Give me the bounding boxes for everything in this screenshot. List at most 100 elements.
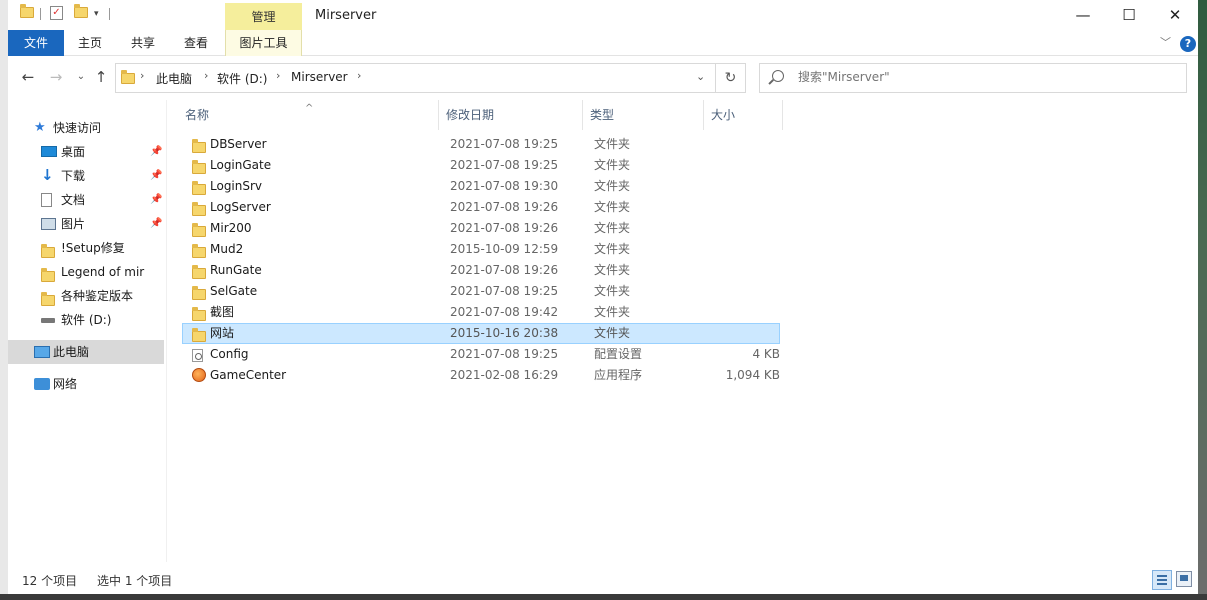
breadcrumb-mirserver[interactable]: Mirserver	[291, 70, 348, 84]
file-type: 文件夹	[594, 263, 631, 277]
column-type[interactable]: 类型	[583, 100, 704, 130]
column-size[interactable]: 大小	[704, 100, 783, 130]
manage-context-tab[interactable]: 管理	[225, 3, 302, 31]
large-icons-view-icon[interactable]	[1176, 571, 1192, 587]
column-date[interactable]: 修改日期	[439, 100, 583, 130]
nav-downloads[interactable]: ↓ 下载 📌	[8, 164, 164, 188]
table-row[interactable]: SelGate 2021-07-08 19:25 文件夹	[182, 281, 780, 302]
breadcrumb-this-pc[interactable]: 此电脑	[156, 70, 192, 87]
table-row[interactable]: Mud2 2015-10-09 12:59 文件夹	[182, 239, 780, 260]
minimize-button[interactable]: —	[1060, 0, 1106, 30]
table-row[interactable]: GameCenter 2021-02-08 16:29 应用程序 1,094 K…	[182, 365, 780, 386]
pin-icon[interactable]: 📌	[150, 188, 162, 212]
config-file-icon	[192, 349, 203, 362]
refresh-button[interactable]: ↻	[716, 63, 746, 93]
column-headers: 名称 ^ 修改日期 类型 大小	[178, 100, 788, 130]
desktop-strip	[1198, 0, 1207, 600]
file-type: 文件夹	[594, 200, 631, 214]
column-name[interactable]: 名称 ^	[178, 100, 439, 130]
nav-drive-d[interactable]: 软件 (D:)	[8, 308, 164, 332]
tab-share[interactable]: 共享	[121, 30, 165, 56]
toolbar-separator	[40, 8, 41, 20]
file-date: 2021-07-08 19:25	[450, 347, 559, 361]
toolbar-separator	[109, 8, 110, 20]
recent-locations-icon[interactable]: ⌄	[71, 67, 91, 87]
pin-icon[interactable]: 📌	[150, 164, 162, 188]
file-name: LoginSrv	[210, 179, 263, 193]
sort-up-icon: ^	[305, 103, 314, 114]
selection-count: 选中 1 个项目	[97, 574, 173, 588]
nav-versions[interactable]: 各种鉴定版本	[8, 284, 164, 308]
nav-label: 图片	[61, 217, 86, 231]
close-button[interactable]: ✕	[1152, 0, 1198, 30]
properties-icon[interactable]: ✓	[50, 6, 63, 20]
nav-this-pc[interactable]: 此电脑	[8, 340, 164, 364]
nav-label: Legend of mir	[61, 265, 145, 279]
back-button[interactable]: ←	[18, 67, 38, 87]
table-row[interactable]: LoginSrv 2021-07-08 19:30 文件夹	[182, 176, 780, 197]
window-left-edge	[0, 0, 8, 600]
search-icon	[772, 70, 784, 82]
file-date: 2021-07-08 19:42	[450, 305, 559, 319]
tab-view[interactable]: 查看	[174, 30, 218, 56]
chevron-right-icon[interactable]: ›	[204, 69, 208, 82]
table-row[interactable]: LogServer 2021-07-08 19:26 文件夹	[182, 197, 780, 218]
table-row[interactable]: Mir200 2021-07-08 19:26 文件夹	[182, 218, 780, 239]
chevron-right-icon[interactable]: ›	[357, 69, 361, 82]
chevron-right-icon[interactable]: ›	[276, 69, 280, 82]
details-view-icon[interactable]	[1152, 570, 1172, 590]
column-label: 名称	[185, 108, 210, 122]
chevron-down-icon[interactable]: ⌄	[696, 70, 705, 83]
table-row-selected[interactable]: 网站 2015-10-16 20:38 文件夹	[182, 323, 780, 344]
expand-ribbon-icon[interactable]: ﹀	[1160, 34, 1171, 50]
table-row[interactable]: Config 2021-07-08 19:25 配置设置 4 KB	[182, 344, 780, 365]
file-name: SelGate	[210, 284, 258, 298]
file-type: 应用程序	[594, 368, 643, 382]
search-box[interactable]	[759, 63, 1187, 93]
file-date: 2021-07-08 19:25	[450, 284, 559, 298]
file-size: 4 KB	[752, 347, 780, 361]
address-bar[interactable]: › 此电脑 › 软件 (D:) › Mirserver › ⌄	[115, 63, 716, 93]
pin-icon[interactable]: 📌	[150, 212, 162, 236]
nav-documents[interactable]: 文档 📌	[8, 188, 164, 212]
file-type: 文件夹	[594, 137, 631, 151]
up-button[interactable]: ↑	[91, 67, 111, 87]
table-row[interactable]: RunGate 2021-07-08 19:26 文件夹	[182, 260, 780, 281]
nav-network[interactable]: 网络	[8, 372, 164, 396]
file-date: 2015-10-09 12:59	[450, 242, 559, 256]
download-icon: ↓	[41, 166, 54, 184]
customize-toolbar-icon[interactable]: ▾	[94, 9, 99, 19]
table-row[interactable]: LoginGate 2021-07-08 19:25 文件夹	[182, 155, 780, 176]
status-bar: 12 个项目 选中 1 个项目	[8, 568, 1198, 592]
forward-button[interactable]: →	[46, 67, 66, 87]
nav-desktop[interactable]: 桌面 📌	[8, 140, 164, 164]
address-row: ← → ⌄ ↑ › 此电脑 › 软件 (D:) › Mirserver › ⌄ …	[8, 56, 1198, 100]
nav-legend-of-mir[interactable]: Legend of mir	[8, 260, 164, 284]
pin-icon[interactable]: 📌	[150, 140, 162, 164]
file-date: 2021-07-08 19:26	[450, 263, 559, 277]
file-name: 截图	[210, 305, 235, 319]
search-input[interactable]	[798, 70, 1178, 84]
file-name: Mir200	[210, 221, 252, 235]
nav-pictures[interactable]: 图片 📌	[8, 212, 164, 236]
title-bar: ✓ ▾ 管理 Mirserver — ☐ ✕	[8, 0, 1198, 31]
nav-quick-access[interactable]: ★ 快速访问	[8, 116, 164, 140]
table-row[interactable]: DBServer 2021-07-08 19:25 文件夹	[182, 134, 780, 155]
maximize-button[interactable]: ☐	[1106, 0, 1152, 30]
nav-setup-fix[interactable]: !Setup修复	[8, 236, 164, 260]
table-row[interactable]: 截图 2021-07-08 19:42 文件夹	[182, 302, 780, 323]
breadcrumb-drive-d[interactable]: 软件 (D:)	[217, 70, 267, 87]
nav-label: 网络	[53, 377, 78, 391]
new-folder-icon[interactable]	[74, 4, 88, 21]
file-explorer-window: ✓ ▾ 管理 Mirserver — ☐ ✕ 文件 主页 共享 查看 图片工具 …	[8, 0, 1198, 594]
nav-label: 快速访问	[53, 121, 102, 135]
help-button[interactable]: ?	[1180, 36, 1196, 52]
desktop-icon	[41, 146, 57, 157]
tab-picture-tools[interactable]: 图片工具	[225, 30, 302, 56]
tab-home[interactable]: 主页	[68, 30, 112, 56]
pane-divider[interactable]	[166, 100, 167, 562]
chevron-right-icon[interactable]: ›	[140, 69, 144, 82]
file-name: GameCenter	[210, 368, 287, 382]
tab-file[interactable]: 文件	[8, 30, 64, 56]
file-date: 2021-07-08 19:26	[450, 200, 559, 214]
